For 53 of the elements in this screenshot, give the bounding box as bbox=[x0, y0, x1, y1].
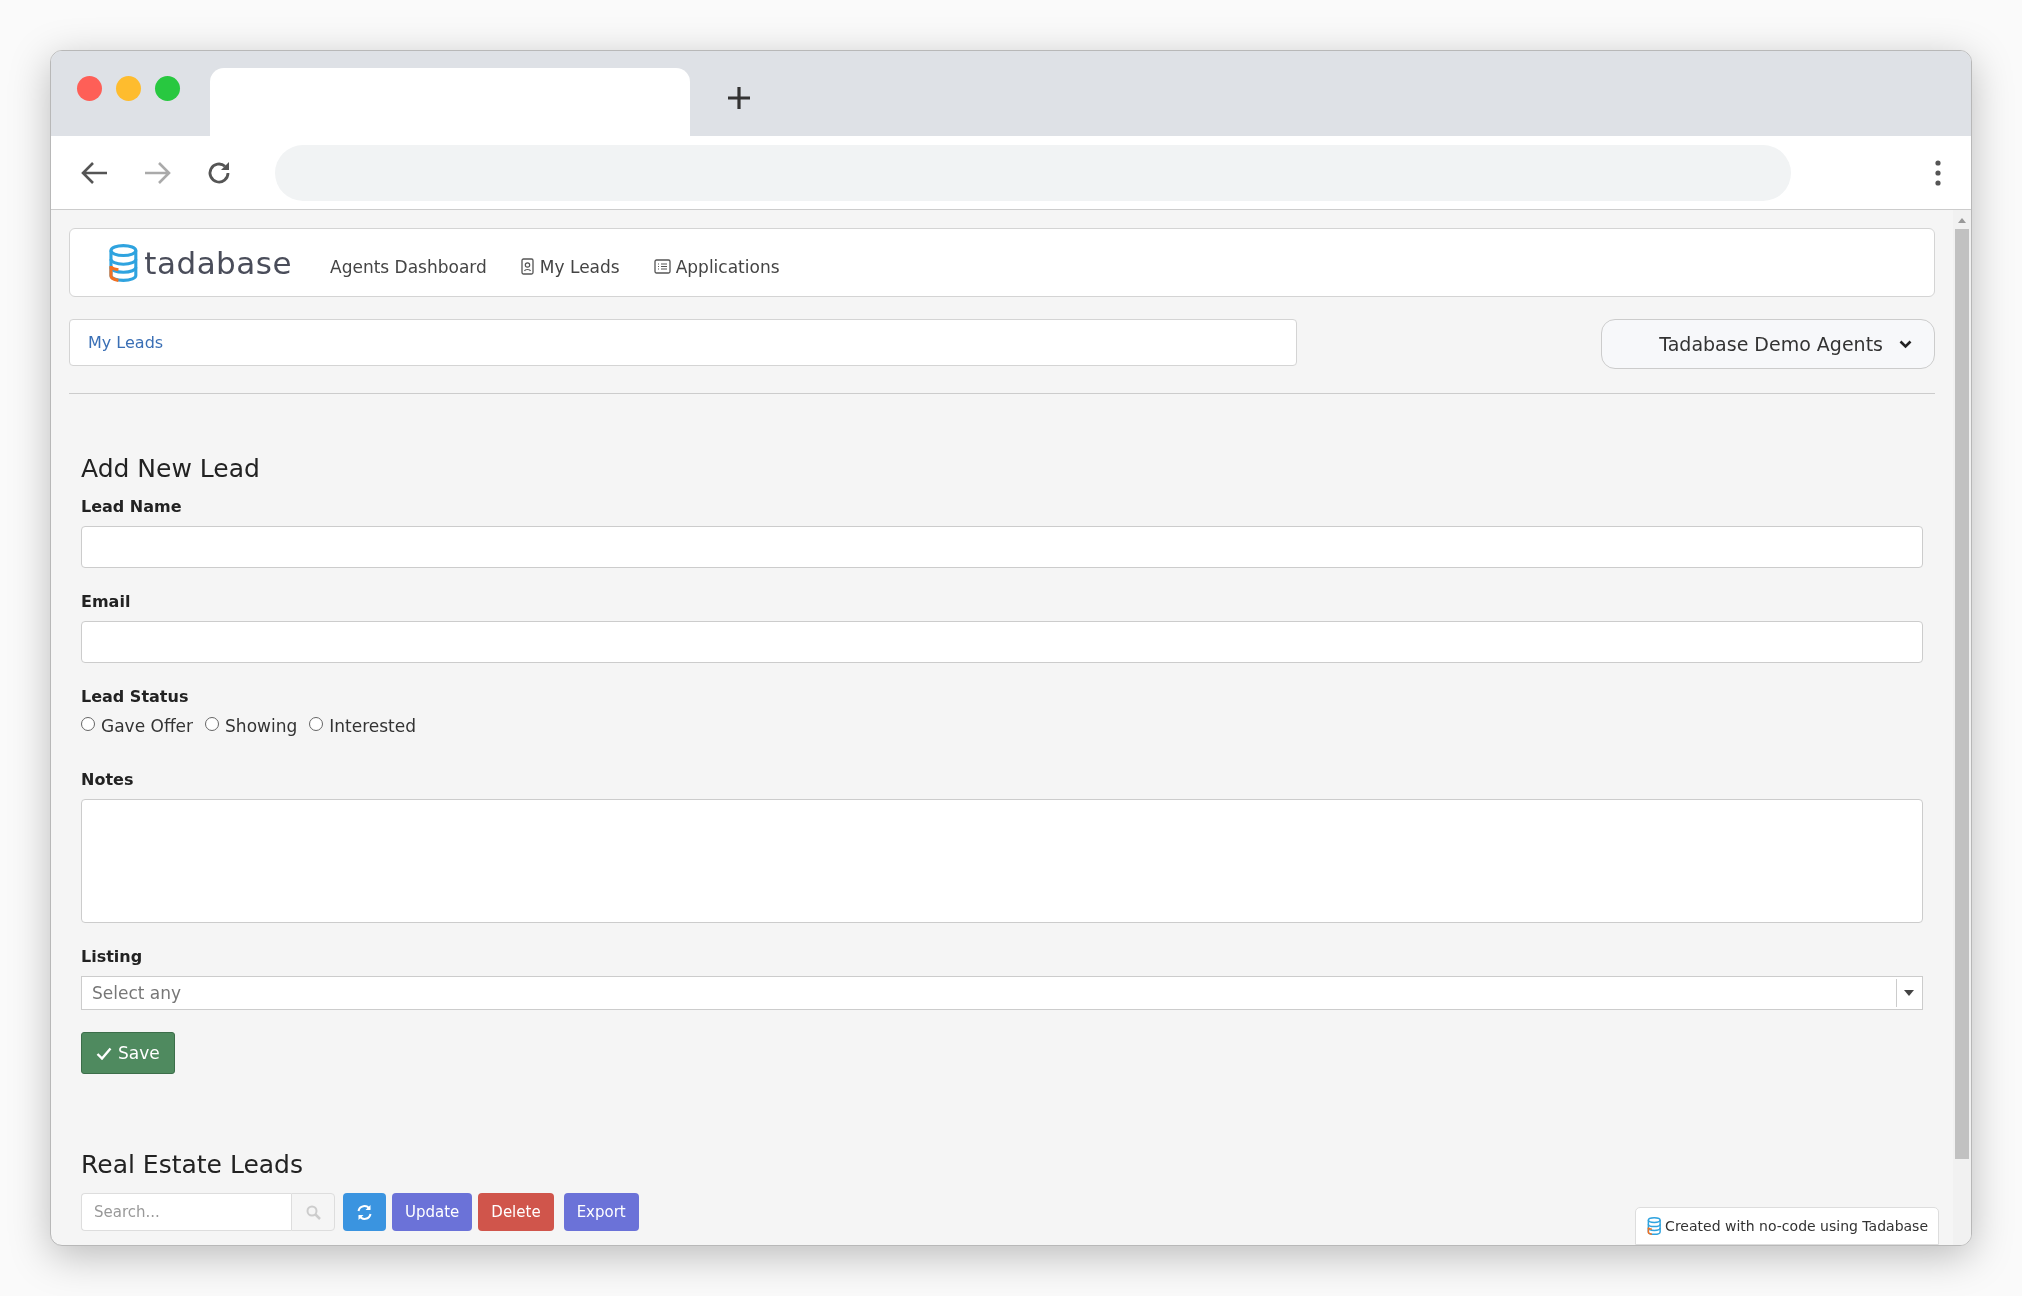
database-logo-icon bbox=[1645, 1217, 1662, 1235]
radio-option-label: Interested bbox=[329, 716, 416, 736]
search-icon bbox=[305, 1204, 321, 1220]
radio-option[interactable]: Gave Offer bbox=[81, 716, 194, 736]
chevron-down-icon bbox=[1899, 339, 1912, 349]
logo-text: tadabase bbox=[144, 244, 293, 281]
radio-option[interactable]: Showing bbox=[205, 716, 298, 736]
checkmark-icon bbox=[96, 1046, 112, 1060]
field-label: Lead Status bbox=[81, 687, 190, 706]
database-logo-icon bbox=[106, 243, 139, 282]
notes-textarea-field[interactable] bbox=[81, 799, 1923, 923]
toolbar-action-button[interactable]: Export bbox=[563, 1193, 639, 1231]
scroll-up-arrow-icon[interactable] bbox=[1958, 218, 1966, 223]
refresh-button[interactable] bbox=[343, 1193, 386, 1231]
form-title: Add New Lead bbox=[81, 454, 261, 483]
search-button[interactable] bbox=[291, 1193, 335, 1231]
nav-link[interactable]: My Leads bbox=[520, 248, 620, 277]
footer-badge-text: Created with no-code using Tadabase bbox=[1665, 1218, 1928, 1234]
nav-link[interactable]: Agents Dashboard bbox=[330, 248, 487, 277]
toolbar-action-button[interactable]: Delete bbox=[478, 1193, 554, 1231]
breadcrumb-link[interactable]: My Leads bbox=[88, 333, 164, 352]
radio-option-label: Showing bbox=[225, 716, 298, 736]
scrollbar-thumb[interactable] bbox=[1955, 229, 1969, 1159]
field-label: Email bbox=[81, 592, 132, 611]
text-input-field[interactable] bbox=[81, 526, 1923, 568]
radio-button[interactable] bbox=[81, 717, 95, 731]
select-dropdown-field[interactable]: Select any bbox=[81, 976, 1923, 1010]
field-label: Lead Name bbox=[81, 497, 183, 516]
new-tab-plus-icon[interactable] bbox=[726, 84, 752, 111]
minimize-window-icon[interactable] bbox=[116, 76, 141, 101]
field-label: Notes bbox=[81, 770, 135, 789]
radio-button[interactable] bbox=[309, 717, 324, 731]
nav-link[interactable]: Applications bbox=[653, 248, 780, 277]
back-arrow-icon[interactable] bbox=[81, 160, 109, 185]
text-input-field[interactable] bbox=[81, 621, 1923, 663]
search-field[interactable]: Search... bbox=[81, 1193, 291, 1231]
radio-option[interactable]: Interested bbox=[309, 716, 416, 736]
more-menu-icon[interactable] bbox=[1935, 159, 1941, 186]
section-title: Real Estate Leads bbox=[81, 1150, 304, 1179]
save-button[interactable]: Save bbox=[81, 1032, 175, 1074]
maximize-window-icon[interactable] bbox=[155, 76, 180, 101]
radio-option-label: Gave Offer bbox=[101, 716, 194, 736]
radio-button[interactable] bbox=[205, 717, 220, 731]
footer-badge[interactable]: Created with no-code using Tadabase bbox=[1634, 1207, 1939, 1245]
caret-down-icon bbox=[1903, 990, 1914, 996]
field-label: Listing bbox=[81, 947, 144, 966]
forward-arrow-icon[interactable] bbox=[143, 160, 171, 185]
refresh-icon bbox=[356, 1203, 373, 1221]
account-dropdown-button[interactable]: Tadabase Demo Agents bbox=[1601, 319, 1935, 369]
close-window-icon[interactable] bbox=[77, 76, 102, 101]
toolbar-action-button[interactable]: Update bbox=[392, 1193, 473, 1231]
contact-card-icon bbox=[520, 258, 535, 275]
list-icon bbox=[653, 259, 671, 274]
